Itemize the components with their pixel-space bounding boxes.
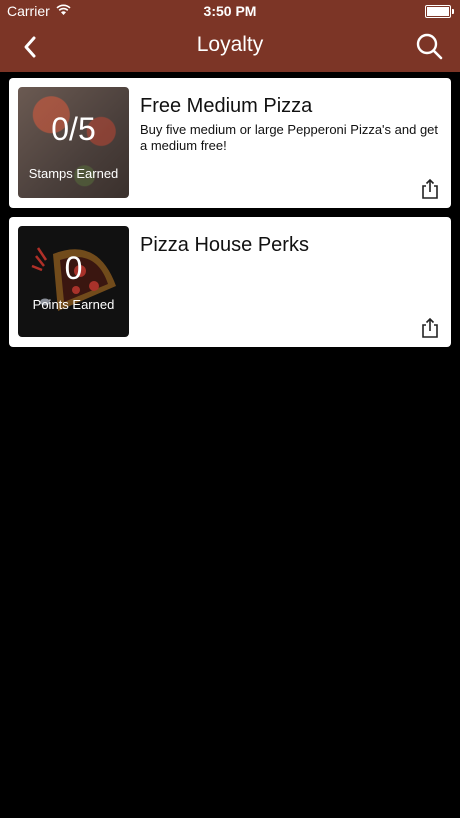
stamps-count: 0/5 — [51, 111, 96, 147]
status-time: 3:50 PM — [203, 3, 257, 19]
share-button[interactable] — [420, 317, 440, 339]
loyalty-card[interactable]: 0/5 Stamps Earned Free Medium Pizza Buy … — [9, 78, 451, 208]
page-title: Loyalty — [196, 33, 264, 56]
stamps-label: Stamps Earned — [28, 166, 119, 181]
status-bar: Carrier 3:50 PM — [0, 0, 460, 22]
share-button[interactable] — [420, 178, 440, 200]
stamps-thumbnail: 0/5 Stamps Earned — [18, 87, 129, 198]
card-title: Free Medium Pizza — [140, 95, 313, 117]
battery-icon — [425, 5, 454, 18]
share-icon — [422, 317, 438, 338]
card-title: Pizza House Perks — [140, 234, 309, 256]
search-icon — [416, 33, 443, 60]
points-label: Points Earned — [32, 297, 115, 312]
navigation-bar: Loyalty — [0, 22, 460, 72]
points-count: 0 — [64, 250, 83, 286]
search-button[interactable] — [414, 31, 446, 63]
card-description: Buy five medium or large Pepperoni Pizza… — [140, 122, 439, 153]
share-icon — [422, 178, 438, 199]
loyalty-card[interactable]: 0 Points Earned Pizza House Perks — [9, 217, 451, 347]
points-thumbnail: 0 Points Earned — [18, 226, 129, 337]
